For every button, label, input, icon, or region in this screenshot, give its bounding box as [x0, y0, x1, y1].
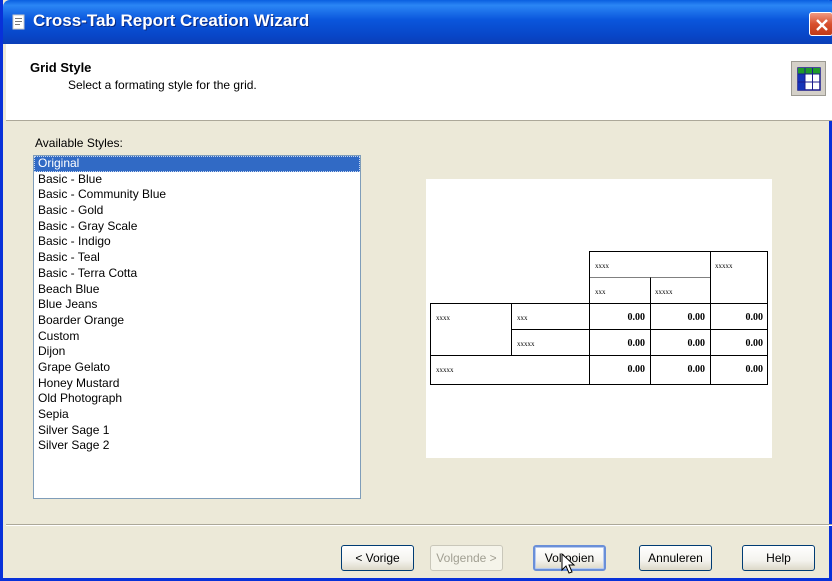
style-list-item[interactable]: Silver Sage 1 [34, 423, 360, 439]
back-button[interactable]: < Vorige [341, 545, 414, 571]
available-styles-listbox[interactable]: Original Basic - Blue Basic - Community Bl… [33, 155, 361, 499]
preview-sub-col-1: xxx [595, 288, 606, 296]
preview-col-header-1: xxxx [595, 262, 610, 270]
title-bar[interactable]: Cross-Tab Report Creation Wizard [3, 0, 832, 44]
style-list-item[interactable]: Basic - Gray Scale [34, 219, 360, 235]
style-list-item[interactable]: Old Photograph [34, 391, 360, 407]
style-list-item[interactable]: Basic - Blue [34, 172, 360, 188]
style-list-item[interactable]: Basic - Gold [34, 203, 360, 219]
preview-sub-col-2: xxxxx [655, 288, 673, 296]
preview-row-sub-1: xxx [517, 314, 528, 322]
footer-divider-highlight [6, 525, 832, 526]
close-icon [816, 19, 828, 31]
mouse-cursor-icon [561, 553, 576, 574]
preview-cell: 0.00 [628, 338, 646, 349]
help-button[interactable]: Help [742, 545, 815, 571]
style-list-item[interactable]: Blue Jeans [34, 297, 360, 313]
preview-cell: 0.00 [628, 364, 646, 375]
style-list-item[interactable]: Custom [34, 329, 360, 345]
style-list-item[interactable]: Honey Mustard [34, 376, 360, 392]
preview-cell: 0.00 [746, 338, 764, 349]
style-list-item[interactable]: Basic - Community Blue [34, 187, 360, 203]
grid-preview: xxxx xxxxx xxx xxxxx xxxx xxx xxxxx xxxx… [426, 179, 772, 458]
wizard-window: Cross-Tab Report Creation Wizard Grid St… [0, 0, 832, 581]
cancel-button[interactable]: Annuleren [639, 545, 712, 571]
preview-cell: 0.00 [688, 312, 706, 323]
close-button[interactable] [809, 12, 832, 36]
grid-style-icon [791, 61, 826, 96]
available-styles-label: Available Styles: [35, 136, 123, 150]
preview-cell: 0.00 [688, 338, 706, 349]
page-subtitle: Select a formating style for the grid. [68, 78, 257, 92]
page-title: Grid Style [30, 60, 92, 75]
preview-row-total: xxxxx [436, 366, 454, 374]
report-icon [11, 14, 27, 30]
style-list-item[interactable]: Boarder Orange [34, 313, 360, 329]
preview-col-header-total: xxxxx [715, 262, 733, 270]
style-list-item[interactable]: Sepia [34, 407, 360, 423]
next-button[interactable]: Volgende > [430, 545, 503, 571]
preview-cell: 0.00 [688, 364, 706, 375]
style-list-item[interactable]: Original [34, 156, 360, 172]
style-list-item[interactable]: Basic - Terra Cotta [34, 266, 360, 282]
style-list-item[interactable]: Dijon [34, 344, 360, 360]
preview-cell: 0.00 [746, 364, 764, 375]
preview-cell: 0.00 [628, 312, 646, 323]
wizard-header: Grid Style Select a formating style for … [6, 44, 832, 121]
style-list-item[interactable]: Beach Blue [34, 282, 360, 298]
style-list-item[interactable]: Basic - Indigo [34, 234, 360, 250]
preview-cell: 0.00 [746, 312, 764, 323]
style-list-item[interactable]: Basic - Teal [34, 250, 360, 266]
window-title: Cross-Tab Report Creation Wizard [33, 11, 310, 30]
style-list-item[interactable]: Silver Sage 2 [34, 438, 360, 454]
preview-row-sub-2: xxxxx [517, 340, 535, 348]
preview-row-header-1: xxxx [436, 314, 451, 322]
style-list-item[interactable]: Grape Gelato [34, 360, 360, 376]
